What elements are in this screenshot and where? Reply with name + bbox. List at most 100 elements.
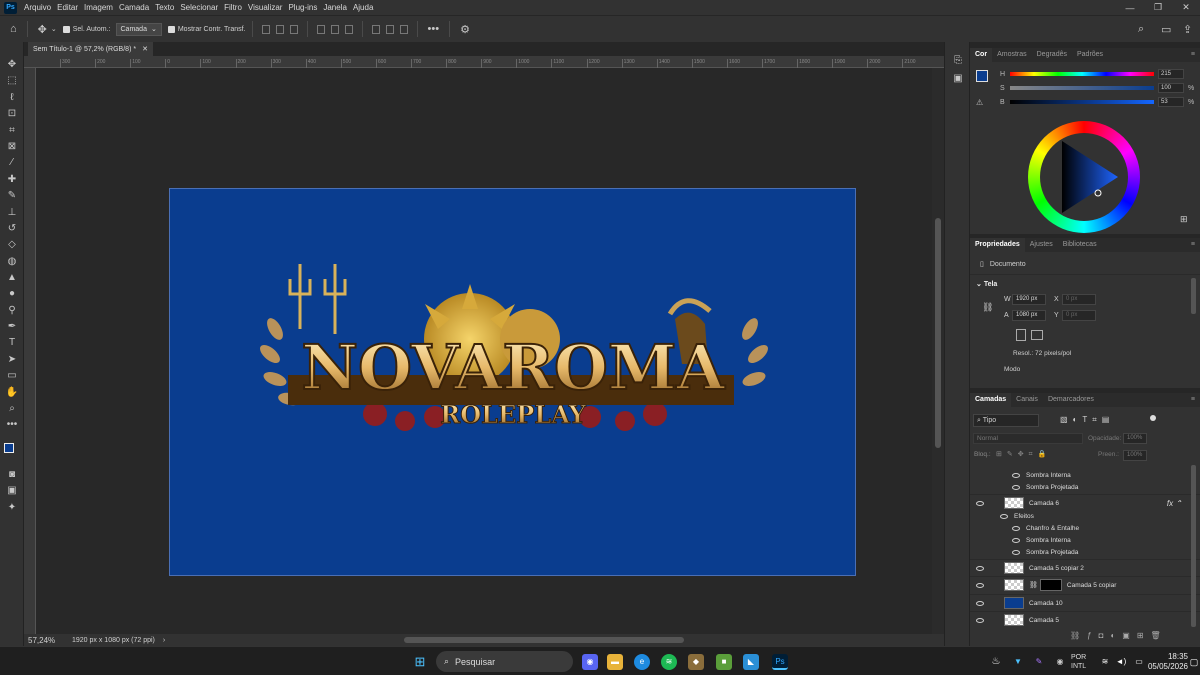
- effects-header[interactable]: Efeitos: [970, 510, 1170, 522]
- minecraft-icon[interactable]: ■: [716, 654, 732, 670]
- tab-ajustes[interactable]: Ajustes: [1025, 238, 1058, 252]
- menu-ajuda[interactable]: Ajuda: [350, 3, 376, 12]
- quick-mask-icon[interactable]: ◙: [4, 468, 20, 482]
- edge-icon[interactable]: e: [634, 654, 650, 670]
- layer-filter-dropdown[interactable]: ⌕ Tipo: [973, 414, 1039, 427]
- home-icon[interactable]: ⌂: [6, 23, 21, 35]
- language-indicator[interactable]: POR INTL: [1071, 653, 1086, 671]
- align-top-icon[interactable]: [316, 24, 325, 34]
- eye-icon[interactable]: [1012, 537, 1020, 543]
- document-canvas[interactable]: NOVAROMA ROLEPLAY: [169, 188, 856, 576]
- distribute-right-icon[interactable]: [399, 24, 408, 34]
- layer-name[interactable]: Camada 5 copiar 2: [1029, 565, 1084, 572]
- tab-camadas[interactable]: Camadas: [970, 393, 1012, 407]
- lasso-tool-icon[interactable]: ℓ: [4, 91, 20, 105]
- layer-name[interactable]: Camada 5 copiar: [1067, 582, 1117, 589]
- dodge-tool-icon[interactable]: ●: [4, 287, 20, 301]
- eraser-tool-icon[interactable]: ◇: [4, 238, 20, 252]
- saturation-value[interactable]: 100: [1158, 83, 1184, 93]
- chevron-down-icon[interactable]: ⌄: [51, 25, 57, 33]
- blur-tool-icon[interactable]: ▲: [4, 271, 20, 285]
- mask-link-icon[interactable]: ⛓: [1029, 581, 1038, 589]
- menu-camada[interactable]: Camada: [116, 3, 152, 12]
- notification-icon[interactable]: ▢: [1186, 654, 1200, 670]
- eye-icon[interactable]: [976, 500, 984, 506]
- battery-icon[interactable]: ▭: [1131, 654, 1147, 670]
- menu-plugins[interactable]: Plug-ins: [285, 3, 320, 12]
- foreground-color-swatch[interactable]: [4, 443, 14, 453]
- menu-visualizar[interactable]: Visualizar: [245, 3, 286, 12]
- gear-icon[interactable]: ⚙: [456, 23, 474, 36]
- blend-mode-dropdown[interactable]: Normal: [973, 433, 1083, 444]
- type-tool-icon[interactable]: T: [4, 336, 20, 350]
- distribute-left-icon[interactable]: [371, 24, 380, 34]
- object-select-tool-icon[interactable]: ⊡: [4, 107, 20, 121]
- wifi-icon[interactable]: ≋: [1097, 654, 1113, 670]
- marquee-tool-icon[interactable]: ⬚: [4, 74, 20, 88]
- paint-bucket-icon[interactable]: ◍: [4, 255, 20, 269]
- vpn-icon[interactable]: ▼: [1010, 654, 1026, 670]
- share-icon[interactable]: ⇪: [1179, 23, 1196, 36]
- menu-selecionar[interactable]: Selecionar: [177, 3, 221, 12]
- fill-field[interactable]: 100%: [1123, 450, 1147, 461]
- tab-bibliotecas[interactable]: Bibliotecas: [1058, 238, 1102, 252]
- frame-tool-icon[interactable]: ⊠: [4, 140, 20, 154]
- auto-select-dropdown[interactable]: Camada ⌄: [115, 22, 162, 36]
- speaker-icon[interactable]: ◄): [1113, 654, 1129, 670]
- saturation-track[interactable]: [1010, 86, 1154, 90]
- horizontal-scrollbar[interactable]: [404, 637, 684, 643]
- effect-row[interactable]: Sombra Interna: [970, 469, 1170, 481]
- menu-editar[interactable]: Editar: [54, 3, 81, 12]
- properties-scrollbar[interactable]: [1191, 278, 1196, 314]
- layer-actions[interactable]: ⛓ƒ◘◐▣⊞🗑: [1070, 631, 1168, 640]
- clone-stamp-icon[interactable]: ⊥: [4, 206, 20, 220]
- close-icon[interactable]: ✕: [142, 45, 148, 53]
- steam-icon[interactable]: ♨: [988, 654, 1004, 670]
- tab-demarcadores[interactable]: Demarcadores: [1043, 393, 1099, 407]
- eye-icon[interactable]: [1012, 525, 1020, 531]
- clock[interactable]: 18:35 05/05/2026: [1146, 652, 1188, 672]
- vertical-scrollbar[interactable]: [932, 68, 944, 634]
- more-tools-icon[interactable]: •••: [4, 418, 20, 432]
- scroll-thumb[interactable]: [935, 218, 941, 448]
- opacity-field[interactable]: 100%: [1123, 433, 1147, 444]
- tab-degrades[interactable]: Degradês: [1032, 48, 1072, 62]
- y-field[interactable]: 0 px: [1062, 310, 1096, 321]
- rectangle-tool-icon[interactable]: ▭: [4, 369, 20, 383]
- hand-tool-icon[interactable]: ✋: [4, 386, 20, 400]
- filter-toggle-icon[interactable]: [1150, 415, 1156, 421]
- pen-tool-icon[interactable]: ✒: [4, 320, 20, 334]
- layer-row[interactable]: Camada 10: [970, 594, 1200, 611]
- eyedropper-tool-icon[interactable]: ⁄: [4, 156, 20, 170]
- brightness-track[interactable]: [1010, 100, 1154, 104]
- layer-name[interactable]: Camada 5: [1029, 617, 1059, 624]
- portrait-icon[interactable]: [1016, 329, 1026, 341]
- document-tab[interactable]: Sem Título-1 @ 57,2% (RGB/8) * ✕: [28, 42, 153, 56]
- spotify-icon[interactable]: ≋: [661, 654, 677, 670]
- show-transform-checkbox[interactable]: [167, 25, 175, 33]
- effect-row[interactable]: Chanfro & Entalhe: [970, 522, 1170, 534]
- align-bottom-icon[interactable]: [344, 24, 353, 34]
- tab-propriedades[interactable]: Propriedades: [970, 238, 1025, 252]
- panel-menu-icon[interactable]: ≡: [1186, 393, 1200, 407]
- filter-icons[interactable]: ▧◐T⌗▤: [1060, 415, 1114, 425]
- panel-menu-icon[interactable]: ≡: [1186, 48, 1200, 62]
- discord-tray-icon[interactable]: ◉: [1052, 654, 1068, 670]
- color-wheel[interactable]: [1028, 121, 1140, 233]
- layer-mask-thumbnail[interactable]: [1039, 579, 1062, 591]
- align-right-icon[interactable]: [289, 24, 298, 34]
- screen-mode-icon[interactable]: ▣: [4, 484, 20, 498]
- move-tool-icon[interactable]: ✥: [34, 23, 51, 36]
- align-center-icon[interactable]: [275, 24, 284, 34]
- taskbar-search[interactable]: ⌕ Pesquisar: [436, 651, 573, 672]
- restore-icon[interactable]: ❐: [1144, 0, 1172, 15]
- layer-name[interactable]: Camada 6: [1029, 500, 1059, 507]
- search-icon[interactable]: ⌕: [1134, 23, 1148, 36]
- tab-amostras[interactable]: Amostras: [992, 48, 1032, 62]
- eye-icon[interactable]: [976, 600, 984, 606]
- generative-icon[interactable]: ✦: [4, 501, 20, 515]
- close-icon[interactable]: ✕: [1172, 0, 1200, 15]
- healing-brush-icon[interactable]: ✚: [4, 173, 20, 187]
- brightness-value[interactable]: 53: [1158, 97, 1184, 107]
- expand-icon[interactable]: ⊞: [1180, 214, 1188, 225]
